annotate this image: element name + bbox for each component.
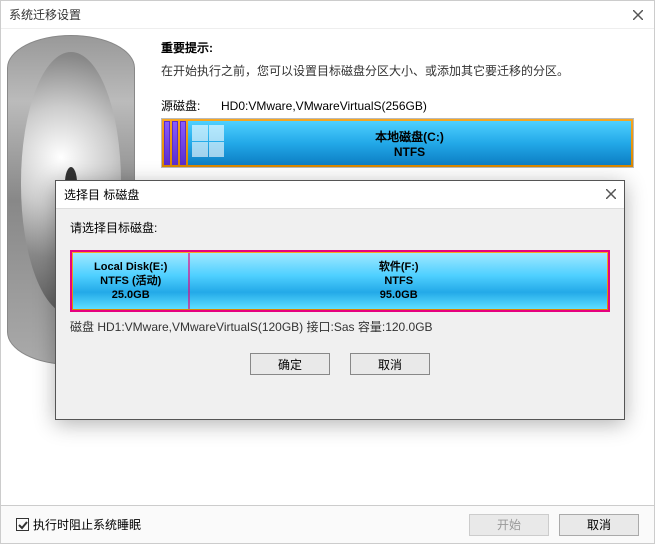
target-partition-0[interactable]: Local Disk(E:)NTFS (活动)25.0GB <box>73 253 190 309</box>
reserved-partition-1[interactable] <box>164 121 170 165</box>
reserved-partition-3[interactable] <box>180 121 186 165</box>
target-partition-1[interactable]: 软件(F:)NTFS95.0GB <box>190 253 607 309</box>
source-partition-fs: NTFS <box>394 145 425 159</box>
important-heading: 重要提示: <box>161 39 634 56</box>
checkbox-icon <box>16 518 29 531</box>
modal-body: 请选择目标磁盘: Local Disk(E:)NTFS (活动)25.0GB软件… <box>56 209 624 385</box>
source-disk-row: 源磁盘: HD0:VMware,VMwareVirtualS(256GB) <box>161 97 634 114</box>
modal-prompt: 请选择目标磁盘: <box>70 219 610 236</box>
prevent-sleep-checkbox[interactable]: 执行时阻止系统睡眠 <box>16 516 141 533</box>
source-disk-value: HD0:VMware,VMwareVirtualS(256GB) <box>221 99 427 113</box>
target-partition-0-label: Local Disk(E:) <box>94 260 167 274</box>
target-partition-1-size: 95.0GB <box>380 288 418 302</box>
target-partition-0-fs: NTFS (活动) <box>100 274 161 288</box>
modal-titlebar: 选择目 标磁盘 <box>56 181 624 209</box>
source-partition-c[interactable]: 本地磁盘(C:) NTFS <box>188 121 631 165</box>
reserved-partition-2[interactable] <box>172 121 178 165</box>
modal-ok-button[interactable]: 确定 <box>250 353 330 375</box>
main-titlebar: 系统迁移设置 <box>1 1 654 29</box>
main-cancel-button[interactable]: 取消 <box>559 514 639 536</box>
source-disk-bar: 本地磁盘(C:) NTFS <box>161 118 634 168</box>
target-disk-bar: Local Disk(E:)NTFS (活动)25.0GB软件(F:)NTFS9… <box>70 250 610 312</box>
bottom-bar: 执行时阻止系统睡眠 开始 取消 <box>1 505 654 543</box>
instruction-text: 在开始执行之前，您可以设置目标磁盘分区大小、或添加其它要迁移的分区。 <box>161 62 634 79</box>
modal-button-row: 确定 取消 <box>70 353 610 375</box>
select-target-dialog: 选择目 标磁盘 请选择目标磁盘: Local Disk(E:)NTFS (活动)… <box>55 180 625 420</box>
modal-cancel-button[interactable]: 取消 <box>350 353 430 375</box>
target-partition-1-label: 软件(F:) <box>379 260 419 274</box>
modal-title: 选择目 标磁盘 <box>64 186 139 203</box>
main-close-icon[interactable] <box>630 7 646 23</box>
source-partition-name: 本地磁盘(C:) <box>375 128 444 145</box>
target-disk-info: 磁盘 HD1:VMware,VMwareVirtualS(120GB) 接口:S… <box>70 318 610 335</box>
target-partition-1-fs: NTFS <box>384 274 413 288</box>
main-title: 系统迁移设置 <box>9 6 81 23</box>
source-disk-label: 源磁盘: <box>161 97 221 114</box>
modal-close-icon[interactable] <box>606 188 616 202</box>
prevent-sleep-label: 执行时阻止系统睡眠 <box>33 516 141 533</box>
target-partition-0-size: 25.0GB <box>112 288 150 302</box>
windows-logo-icon <box>192 125 224 157</box>
start-button: 开始 <box>469 514 549 536</box>
